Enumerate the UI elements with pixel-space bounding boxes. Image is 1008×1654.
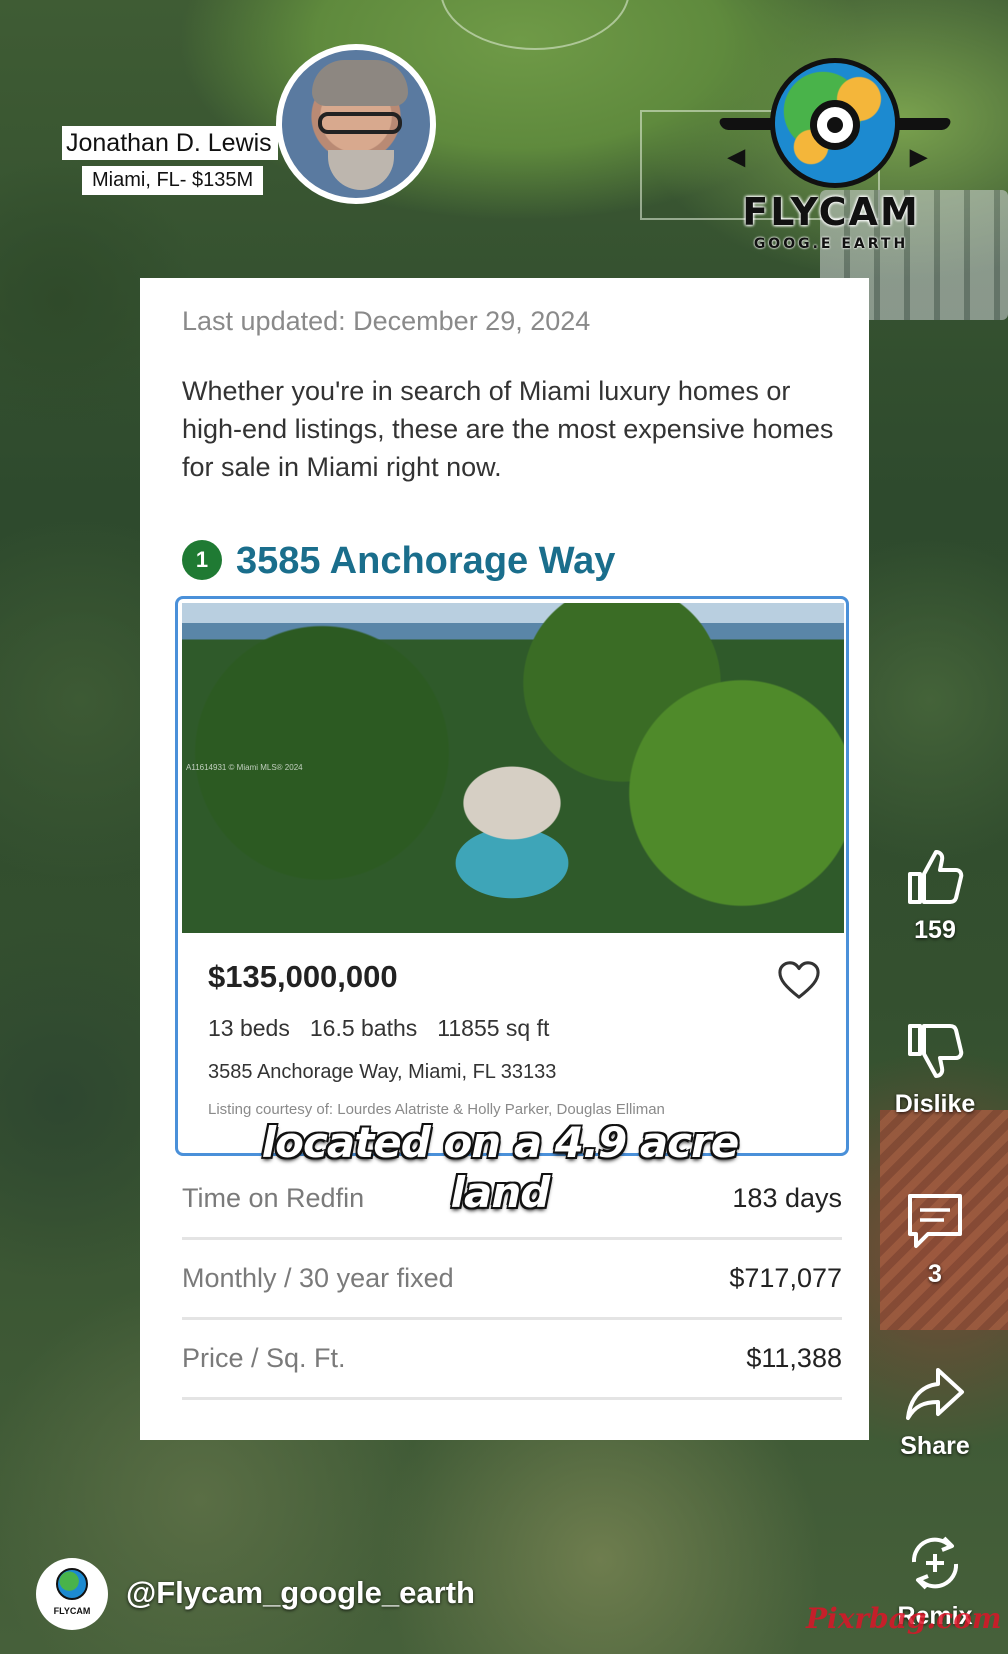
stat-label: Price / Sq. Ft. bbox=[182, 1343, 346, 1373]
listing-price: $135,000,000 bbox=[208, 959, 398, 994]
soccer-field-circle bbox=[440, 0, 630, 50]
video-caption: located on a 4.9 acre land bbox=[250, 1118, 750, 1218]
avatar-glasses bbox=[318, 112, 402, 134]
camera-lens-icon bbox=[810, 100, 860, 150]
logo-subtitle: GOOG.E EARTH bbox=[753, 236, 909, 252]
like-count: 159 bbox=[914, 916, 956, 944]
listing-facts: 13 beds 16.5 baths 11855 sq ft bbox=[208, 1015, 549, 1042]
arrow-right-icon: ▶ bbox=[910, 144, 927, 169]
last-updated: Last updated: December 29, 2024 bbox=[182, 306, 591, 336]
channel-avatar-text: FLYCAM bbox=[53, 1606, 91, 1616]
listing-photo[interactable]: A11614931 © Miami MLS® 2024 bbox=[182, 603, 844, 933]
stat-label: Monthly / 30 year fixed bbox=[182, 1263, 454, 1293]
avatar-hair bbox=[312, 60, 408, 106]
listing-title-link[interactable]: 3585 Anchorage Way bbox=[236, 540, 615, 583]
share-label: Share bbox=[900, 1432, 970, 1460]
beds-count: 13 beds bbox=[208, 1015, 290, 1041]
site-watermark: Pixrbag.com bbox=[806, 1602, 1002, 1635]
stat-value: $11,388 bbox=[746, 1343, 842, 1373]
remix-icon bbox=[911, 1536, 959, 1590]
globe-icon bbox=[56, 1568, 88, 1600]
like-button[interactable]: 159 bbox=[880, 846, 990, 945]
creator-subtitle-tag: Miami, FL- $135M bbox=[82, 166, 264, 195]
avatar-beard bbox=[328, 150, 394, 190]
heart-icon[interactable] bbox=[776, 959, 822, 1001]
logo-title: FLYCAM bbox=[742, 190, 920, 234]
share-icon bbox=[906, 1368, 964, 1420]
listing-result-card[interactable]: A11614931 © Miami MLS® 2024 $135,000,000… bbox=[175, 596, 849, 1156]
creator-name-tag: Jonathan D. Lewis bbox=[62, 126, 278, 160]
comment-count: 3 bbox=[928, 1260, 942, 1288]
listing-courtesy: Listing courtesy of: Lourdes Alatriste &… bbox=[208, 1101, 665, 1118]
channel-handle-link[interactable]: @Flycam_google_earth bbox=[126, 1575, 475, 1611]
channel-avatar[interactable]: FLYCAM bbox=[36, 1558, 108, 1630]
stat-row: Monthly / 30 year fixed $717,077 bbox=[182, 1240, 842, 1320]
listing-address: 3585 Anchorage Way, Miami, FL 33133 bbox=[208, 1061, 557, 1083]
share-button[interactable]: Share bbox=[880, 1362, 990, 1461]
caption-line-1: located on a 4.9 acre bbox=[261, 1118, 740, 1167]
intro-paragraph: Whether you're in search of Miami luxury… bbox=[182, 376, 834, 482]
thumbs-up-icon bbox=[908, 850, 964, 904]
comments-button[interactable]: 3 bbox=[880, 1190, 990, 1289]
rank-badge: 1 bbox=[182, 540, 222, 580]
dislike-label: Dislike bbox=[894, 1090, 976, 1118]
arrow-left-icon: ◀ bbox=[728, 144, 745, 169]
flycam-logo: ◀ ▶ FLYCAM GOOG.E EARTH bbox=[717, 52, 953, 262]
baths-count: 16.5 baths bbox=[309, 1015, 418, 1041]
listing-card: Last updated: December 29, 2024 Whether … bbox=[140, 278, 869, 1440]
caption-line-2: land bbox=[450, 1168, 551, 1217]
sqft-value: 11855 sq ft bbox=[437, 1015, 550, 1041]
stat-row: Price / Sq. Ft. $11,388 bbox=[182, 1320, 842, 1400]
dislike-button[interactable]: Dislike bbox=[880, 1020, 990, 1119]
creator-avatar bbox=[276, 44, 436, 204]
thumbs-down-icon bbox=[908, 1024, 964, 1078]
comment-icon bbox=[908, 1194, 962, 1248]
stat-value: $717,077 bbox=[729, 1263, 842, 1293]
mls-watermark: A11614931 © Miami MLS® 2024 bbox=[186, 763, 303, 772]
